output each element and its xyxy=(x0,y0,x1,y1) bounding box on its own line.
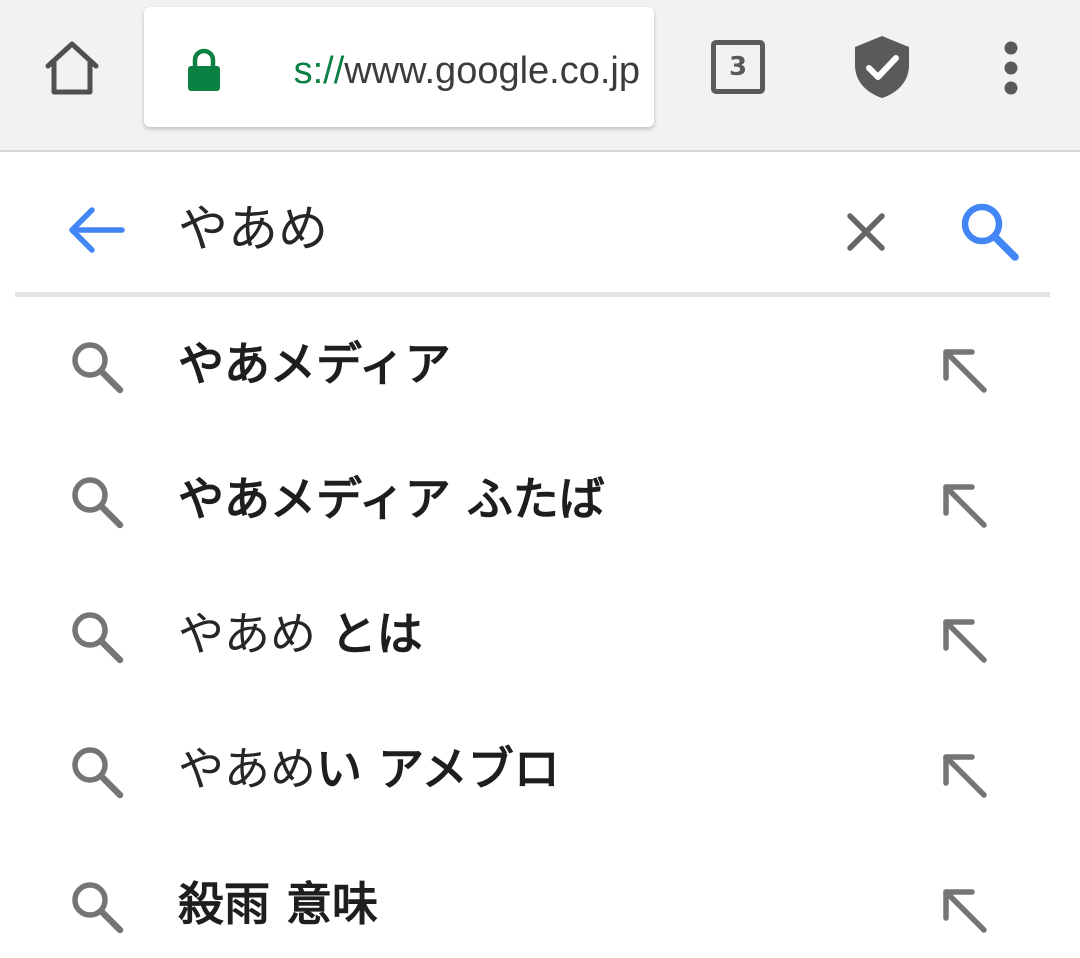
shield-check-icon[interactable] xyxy=(850,34,914,100)
browser-toolbar: s://www.google.co.jp 3 xyxy=(0,0,1080,152)
search-icon xyxy=(72,342,124,394)
search-icon xyxy=(72,477,124,529)
search-icon[interactable] xyxy=(958,200,1022,264)
suggestion-bold: とは xyxy=(330,607,423,661)
arrow-up-left-icon[interactable] xyxy=(934,610,994,670)
search-icon xyxy=(72,882,124,934)
suggestion-bold: やあメディア xyxy=(178,337,451,391)
suggestion-item[interactable]: やあメディア ふたば xyxy=(0,433,1080,568)
suggestion-item[interactable]: やあめい アメブロ xyxy=(0,703,1080,838)
suggestion-text: 殺雨 意味 xyxy=(178,871,378,937)
suggestion-bold: 殺雨 意味 xyxy=(178,877,379,931)
more-vert-icon[interactable] xyxy=(994,40,1028,96)
search-input[interactable]: やあめ xyxy=(178,194,328,264)
url-bar[interactable]: s://www.google.co.jp xyxy=(144,7,654,127)
suggestion-text: やあメディア xyxy=(178,331,451,397)
arrow-up-left-icon[interactable] xyxy=(934,745,994,805)
url-scheme: s:// xyxy=(293,50,345,92)
suggestion-list: やあメディア やあメディア ふたば やあめ とは やあめい アメブロ 殺雨 意味 xyxy=(0,298,1080,958)
home-icon[interactable] xyxy=(40,36,104,100)
url-text: s://www.google.co.jp xyxy=(250,45,640,97)
arrow-up-left-icon[interactable] xyxy=(934,340,994,400)
search-icon xyxy=(72,612,124,664)
tab-switcher-button[interactable]: 3 xyxy=(711,40,765,94)
suggestion-item[interactable]: やあめ とは xyxy=(0,568,1080,703)
url-host: www.google.co.jp xyxy=(344,50,640,92)
suggestion-text: やあめ とは xyxy=(178,601,423,667)
tab-count: 3 xyxy=(728,52,748,82)
arrow-up-left-icon[interactable] xyxy=(934,475,994,535)
arrow-up-left-icon[interactable] xyxy=(934,880,994,940)
search-icon xyxy=(72,747,124,799)
suggestion-bold: やあメディア ふたば xyxy=(178,472,605,526)
suggestion-normal: やあめ xyxy=(178,607,331,661)
suggestion-text: やあめい アメブロ xyxy=(178,736,560,802)
suggestion-item[interactable]: やあメディア xyxy=(0,298,1080,433)
suggestion-bold: い アメブロ xyxy=(316,742,560,796)
search-bar: やあめ xyxy=(0,154,1080,294)
suggestion-item[interactable]: 殺雨 意味 xyxy=(0,838,1080,958)
url-fade xyxy=(244,43,272,99)
lock-icon xyxy=(188,48,220,91)
close-icon[interactable] xyxy=(840,206,892,258)
suggestion-normal: やあめ xyxy=(178,742,316,796)
arrow-back-icon[interactable] xyxy=(66,204,126,256)
suggestion-text: やあメディア ふたば xyxy=(178,466,605,532)
divider xyxy=(15,292,1050,297)
